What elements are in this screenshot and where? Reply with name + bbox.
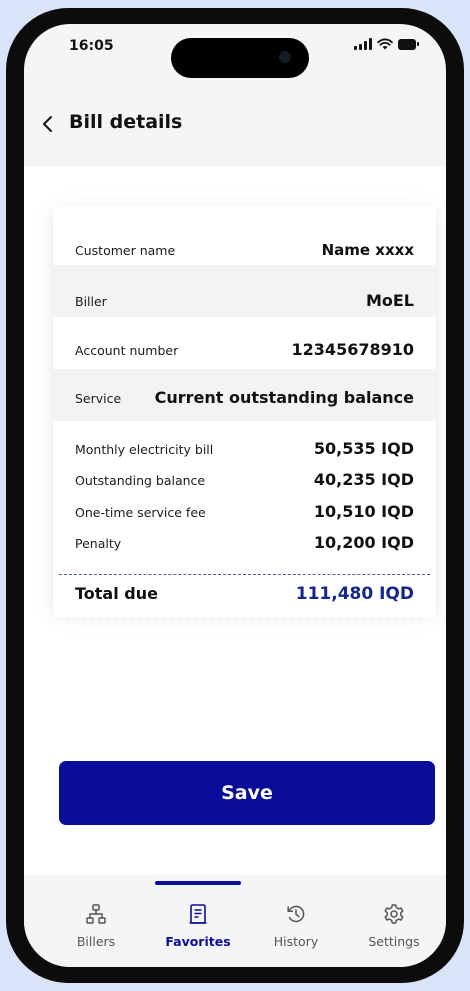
account-number-row: Account number 12345678910 xyxy=(75,340,414,359)
wifi-icon xyxy=(377,38,393,50)
tab-label: Settings xyxy=(368,934,420,949)
bill-item-row: One-time service fee 10,510 IQD xyxy=(75,502,414,521)
status-time: 16:05 xyxy=(69,38,114,54)
bill-item-label: Penalty xyxy=(75,536,122,551)
receipt-icon xyxy=(189,904,207,924)
gear-icon xyxy=(384,904,404,924)
bill-item-label: Outstanding balance xyxy=(75,473,206,488)
signal-icon xyxy=(354,38,372,50)
sitemap-icon xyxy=(86,904,106,924)
service-label: Service xyxy=(75,391,122,406)
biller-row: Biller MoEL xyxy=(75,291,414,310)
bill-item-label: One-time service fee xyxy=(75,505,206,520)
customer-name-row: Customer name Name xxxx xyxy=(75,241,414,259)
battery-icon xyxy=(398,38,420,50)
bill-receipt: Customer name Name xxxx Biller MoEL Acco… xyxy=(53,202,436,622)
account-number-value: 12345678910 xyxy=(291,340,414,359)
customer-name-label: Customer name xyxy=(75,243,176,258)
status-icons xyxy=(354,38,420,50)
bill-item-value: 10,200 IQD xyxy=(313,533,414,552)
tab-label: History xyxy=(273,934,319,949)
tab-label: Favorites xyxy=(165,934,231,949)
service-value: Current outstanding balance xyxy=(154,388,414,407)
bill-item-row: Outstanding balance 40,235 IQD xyxy=(75,470,414,489)
active-tab-indicator xyxy=(155,881,241,885)
total-value: 111,480 IQD xyxy=(295,584,414,604)
service-row: Service Current outstanding balance xyxy=(75,388,414,407)
bill-item-row: Penalty 10,200 IQD xyxy=(75,533,414,552)
total-label: Total due xyxy=(75,584,158,603)
back-button[interactable] xyxy=(34,110,62,138)
bill-item-value: 10,510 IQD xyxy=(313,502,414,521)
page-title: Bill details xyxy=(69,111,183,133)
biller-label: Biller xyxy=(75,294,107,309)
tab-favorites[interactable]: Favorites xyxy=(154,903,242,949)
tab-history[interactable]: History xyxy=(252,903,340,949)
bill-item-row: Monthly electricity bill 50,535 IQD xyxy=(75,439,414,458)
dynamic-island xyxy=(171,38,309,78)
total-row: Total due 111,480 IQD xyxy=(75,584,414,604)
camera-icon xyxy=(279,51,291,63)
tab-billers[interactable]: Billers xyxy=(52,903,140,949)
account-number-label: Account number xyxy=(75,343,179,358)
screen: 16:05 Bill details Customer name Name xx… xyxy=(24,24,446,967)
biller-value: MoEL xyxy=(365,291,414,310)
bill-item-label: Monthly electricity bill xyxy=(75,442,214,457)
phone-frame: 16:05 Bill details Customer name Name xx… xyxy=(6,8,464,983)
history-icon xyxy=(287,905,305,923)
bill-item-value: 40,235 IQD xyxy=(313,470,414,489)
header: Bill details xyxy=(24,104,446,148)
status-bar: 16:05 xyxy=(24,24,446,84)
tab-bar: Billers Favorites History Settings xyxy=(24,875,446,967)
dashed-divider xyxy=(59,574,430,575)
tab-label: Billers xyxy=(76,934,116,949)
customer-name-value: Name xxxx xyxy=(321,241,414,259)
tab-settings[interactable]: Settings xyxy=(350,903,438,949)
chevron-left-icon xyxy=(43,116,52,132)
save-button[interactable]: Save xyxy=(59,761,435,825)
bill-item-value: 50,535 IQD xyxy=(313,439,414,458)
